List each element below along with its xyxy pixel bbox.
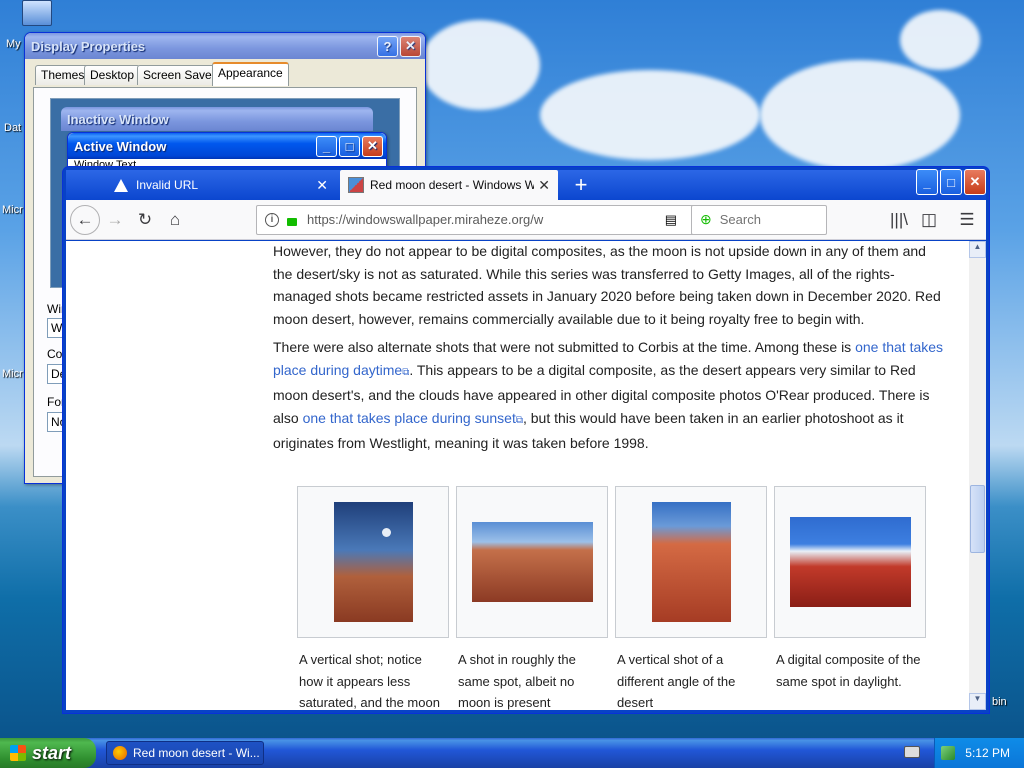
article-paragraph-2: There were also alternate shots that wer… bbox=[273, 336, 949, 455]
info-icon[interactable]: i bbox=[265, 212, 279, 227]
desktop-icon-label[interactable]: Dat bbox=[4, 122, 21, 134]
preview-active-title: Active Window bbox=[74, 138, 167, 154]
desktop-icon-label: My bbox=[6, 38, 21, 50]
paragraph-text: There were also alternate shots that wer… bbox=[273, 339, 856, 355]
browser-window: Invalid URL ✕ Red moon desert - Windows … bbox=[62, 166, 990, 714]
reload-button[interactable]: ↻ bbox=[130, 205, 160, 235]
tab-strip: Themes Desktop Screen Saver Appearance bbox=[25, 59, 425, 89]
tab-themes[interactable]: Themes bbox=[35, 65, 91, 85]
sidebar-icon[interactable]: ◫ bbox=[914, 205, 944, 235]
desktop-icon-my-computer[interactable]: My bbox=[4, 0, 52, 50]
help-button[interactable]: ? bbox=[377, 35, 398, 57]
sky-cloud bbox=[540, 70, 760, 160]
desert-photo-wide bbox=[472, 522, 593, 602]
firefox-icon bbox=[113, 746, 127, 760]
preview-active-titlebar: Active Window _ □ ✕ bbox=[68, 133, 386, 159]
desktop-icon-label[interactable]: Micr bbox=[2, 204, 23, 216]
minimize-icon: _ bbox=[316, 135, 337, 157]
tab-red-moon-desert[interactable]: Red moon desert - Windows Wallp ✕ bbox=[340, 170, 558, 200]
page-content[interactable]: However, they do not appear to be digita… bbox=[66, 241, 986, 710]
gallery-image-box[interactable] bbox=[456, 486, 608, 638]
gallery-caption: A vertical shot of a different angle of … bbox=[617, 652, 736, 710]
maximize-button[interactable]: □ bbox=[940, 169, 962, 195]
close-tab-icon[interactable]: ✕ bbox=[316, 177, 328, 194]
desert-photo-daylight bbox=[790, 517, 911, 607]
thumbnail-icon bbox=[348, 177, 364, 193]
taskbar: start Red moon desert - Wi... 5:12 PM bbox=[0, 738, 1024, 768]
tab-label: Red moon desert - Windows Wallp bbox=[370, 178, 535, 192]
sky-cloud bbox=[760, 60, 960, 170]
tab-label: Invalid URL bbox=[136, 178, 199, 192]
preview-inactive-title: Inactive Window bbox=[67, 111, 169, 127]
moon-icon bbox=[382, 528, 391, 537]
close-button[interactable]: ✕ bbox=[400, 35, 421, 57]
tab-invalid-url[interactable]: Invalid URL ✕ bbox=[106, 170, 338, 200]
maximize-icon: □ bbox=[339, 135, 360, 157]
tab-label: Appearance bbox=[218, 66, 283, 80]
external-link-icon: ⧉ bbox=[515, 414, 523, 426]
gallery-caption: A shot in roughly the same spot, albeit … bbox=[458, 652, 576, 710]
sunset-link[interactable]: one that takes place during sunset bbox=[303, 410, 516, 426]
start-label: start bbox=[32, 742, 72, 763]
gallery-image-box[interactable] bbox=[615, 486, 767, 638]
menu-icon[interactable]: ☰ bbox=[952, 205, 982, 235]
computer-icon bbox=[22, 0, 52, 26]
start-button[interactable]: start bbox=[0, 738, 96, 768]
tab-label: Themes bbox=[41, 68, 85, 82]
sky-cloud bbox=[900, 10, 980, 70]
minimize-button[interactable]: _ bbox=[916, 169, 938, 195]
gallery-image-box[interactable] bbox=[297, 486, 449, 638]
tab-screen-saver[interactable]: Screen Saver bbox=[137, 65, 222, 85]
scroll-thumb[interactable] bbox=[970, 485, 985, 553]
browser-tab-strip: Invalid URL ✕ Red moon desert - Windows … bbox=[66, 169, 986, 200]
display-properties-titlebar[interactable]: Display Properties ? ✕ bbox=[25, 33, 425, 59]
library-icon[interactable]: |||\ bbox=[884, 205, 914, 235]
home-button[interactable]: ⌂ bbox=[160, 205, 190, 235]
forward-button[interactable]: → bbox=[100, 205, 130, 235]
reader-view-icon[interactable]: ▤ bbox=[665, 212, 677, 228]
article-paragraph-1: However, they do not appear to be digita… bbox=[273, 243, 941, 327]
taskbar-button-browser[interactable]: Red moon desert - Wi... bbox=[106, 741, 264, 765]
search-icon: ⊕ bbox=[700, 211, 712, 227]
navigation-toolbar: ← → ↻ ⌂ i https://windowswallpaper.mirah… bbox=[66, 200, 986, 240]
tab-label: Screen Saver bbox=[143, 68, 216, 82]
windows-logo-icon bbox=[10, 745, 26, 761]
scroll-up-button[interactable]: ▲ bbox=[969, 241, 986, 258]
sky-cloud bbox=[420, 20, 540, 110]
vertical-scrollbar[interactable]: ▲ ▼ bbox=[969, 241, 986, 710]
tab-label: Desktop bbox=[90, 68, 135, 82]
close-icon: ✕ bbox=[362, 135, 383, 157]
window-title: Display Properties bbox=[31, 38, 146, 54]
keyboard-icon[interactable] bbox=[904, 746, 920, 758]
desert-photo-vertical-moon bbox=[334, 502, 413, 622]
url-text: https://windowswallpaper.miraheze.org/w bbox=[307, 212, 544, 227]
gallery-image-box[interactable] bbox=[774, 486, 926, 638]
scroll-down-button[interactable]: ▼ bbox=[969, 693, 986, 710]
search-input[interactable]: ⊕ Search bbox=[691, 204, 827, 235]
windows-value: W bbox=[51, 321, 63, 335]
lock-icon bbox=[287, 217, 297, 226]
gallery-caption: A digital composite of the same spot in … bbox=[776, 652, 921, 689]
window-controls: _ □ ✕ bbox=[914, 169, 986, 195]
desert-photo-vertical-angle bbox=[652, 502, 731, 622]
tab-desktop[interactable]: Desktop bbox=[84, 65, 141, 85]
search-placeholder: Search bbox=[719, 212, 761, 227]
tab-appearance[interactable]: Appearance bbox=[212, 62, 289, 86]
preview-inactive-titlebar: Inactive Window bbox=[61, 107, 373, 131]
system-tray: 5:12 PM bbox=[934, 738, 1024, 768]
gallery-caption: A vertical shot; notice how it appears l… bbox=[299, 652, 440, 710]
warning-icon bbox=[114, 178, 128, 192]
desktop-icon-label[interactable]: Micr bbox=[2, 368, 23, 380]
url-bar[interactable]: i https://windowswallpaper.miraheze.org/… bbox=[256, 204, 752, 235]
new-tab-button[interactable]: + bbox=[566, 170, 596, 200]
back-button[interactable]: ← bbox=[70, 204, 100, 235]
desktop-icon-label[interactable]: bin bbox=[992, 696, 1007, 708]
close-button[interactable]: ✕ bbox=[964, 169, 986, 195]
clock[interactable]: 5:12 PM bbox=[965, 746, 1010, 760]
network-icon[interactable] bbox=[941, 746, 956, 760]
close-tab-icon[interactable]: ✕ bbox=[538, 177, 550, 194]
taskbar-button-label: Red moon desert - Wi... bbox=[133, 746, 260, 760]
